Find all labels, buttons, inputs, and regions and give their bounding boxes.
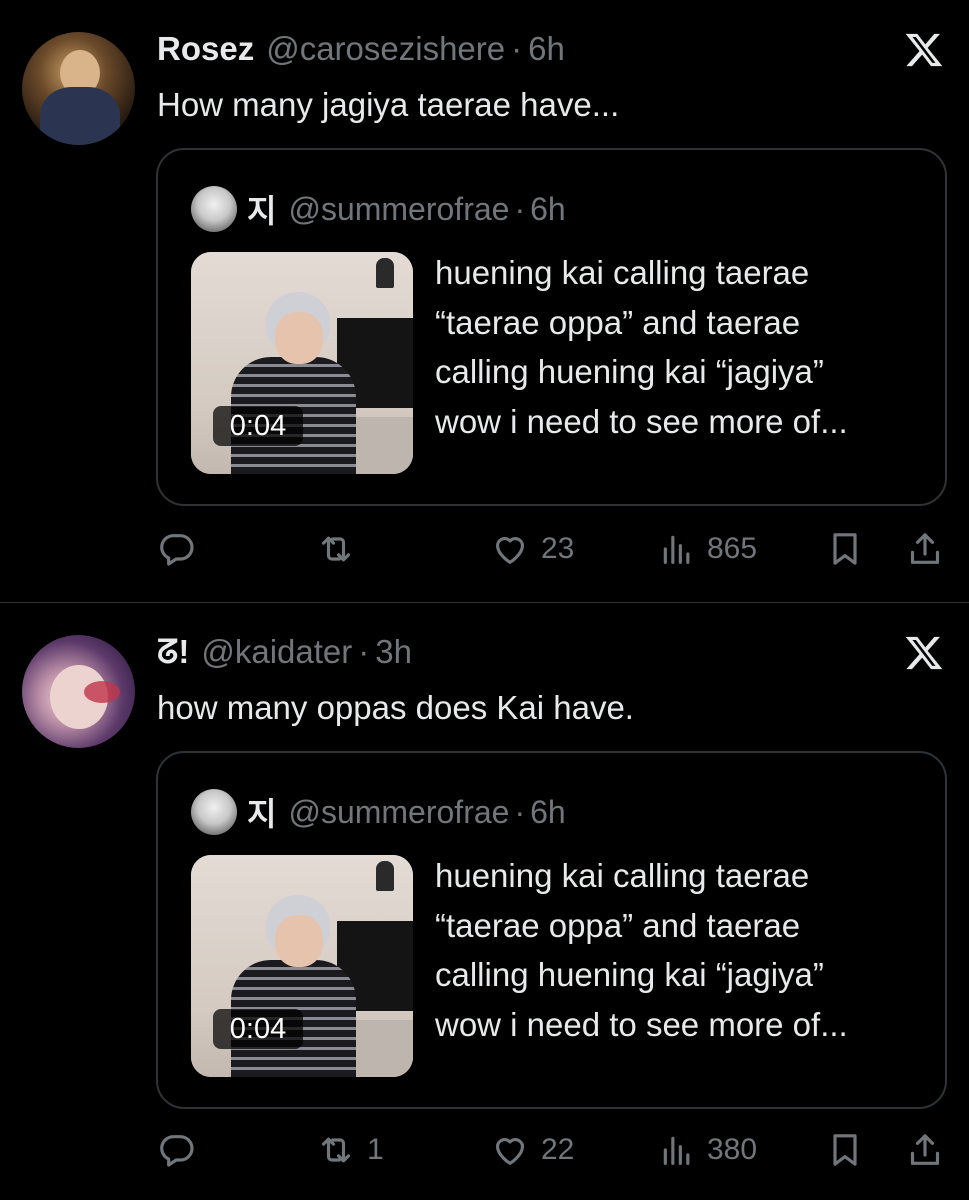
display-name[interactable]: Rosez bbox=[157, 30, 254, 68]
video-thumbnail[interactable]: 0:04 bbox=[191, 855, 413, 1077]
tweet-actions: 1 22 380 bbox=[157, 1128, 947, 1172]
quoted-username: @summerofrae bbox=[288, 190, 510, 227]
like-button[interactable]: 23 bbox=[489, 527, 574, 571]
reply-button[interactable] bbox=[157, 527, 197, 571]
bookmark-button[interactable] bbox=[825, 527, 865, 571]
quoted-tweet-header: 지 @summerofrae · 6h bbox=[191, 186, 566, 232]
quoted-tweet-text: huening kai calling taerae “taerae oppa”… bbox=[435, 851, 935, 1049]
timestamp[interactable]: 3h bbox=[375, 633, 412, 671]
separator: · bbox=[358, 633, 370, 670]
video-duration: 0:04 bbox=[213, 406, 303, 446]
retweet-button[interactable] bbox=[315, 527, 367, 571]
quoted-text-line: “taerae oppa” and taerae bbox=[435, 303, 801, 341]
quoted-display-name: 지 bbox=[247, 193, 277, 229]
video-thumbnail[interactable]: 0:04 bbox=[191, 252, 413, 474]
quoted-text-line: huening kai calling taerae bbox=[435, 857, 810, 894]
views-icon bbox=[663, 535, 690, 564]
like-count: 22 bbox=[541, 1133, 575, 1166]
x-logo-icon[interactable] bbox=[903, 633, 945, 673]
quoted-text-line: wow i need to see more of... bbox=[435, 402, 848, 440]
quoted-timestamp: 6h bbox=[530, 190, 566, 227]
reply-button[interactable] bbox=[157, 1128, 197, 1172]
quoted-text-line: calling huening kai “jagiya” bbox=[435, 353, 824, 390]
share-icon bbox=[910, 533, 940, 564]
quoted-username: @summerofrae bbox=[288, 793, 510, 830]
separator: · bbox=[511, 30, 523, 67]
tweet-actions: 23 865 bbox=[157, 527, 947, 571]
reply-icon bbox=[160, 1135, 194, 1167]
quoted-tweet[interactable]: 지 @summerofrae · 6h 0:04 huening kai cal… bbox=[156, 148, 947, 506]
quoted-avatar bbox=[191, 789, 237, 835]
quoted-text-line: huening kai calling taerae bbox=[435, 254, 810, 291]
x-logo-icon[interactable] bbox=[903, 30, 945, 70]
tweet-text: How many jagiya taerae have... bbox=[157, 86, 620, 123]
retweet-button[interactable]: 1 bbox=[315, 1128, 384, 1172]
retweet-icon bbox=[321, 1137, 351, 1163]
separator: · bbox=[514, 190, 526, 227]
quoted-tweet-text: huening kai calling taerae “taerae oppa”… bbox=[435, 248, 935, 446]
heart-icon bbox=[495, 1138, 525, 1165]
tweet[interactable]: Rosez @carosezishere · 6h How many jagiy… bbox=[0, 0, 969, 602]
share-icon bbox=[910, 1134, 940, 1165]
bookmark-icon bbox=[833, 1134, 857, 1166]
views-icon bbox=[663, 1136, 690, 1165]
quoted-tweet-header: 지 @summerofrae · 6h bbox=[191, 789, 566, 835]
timestamp[interactable]: 6h bbox=[528, 30, 565, 68]
separator: · bbox=[514, 793, 526, 830]
username[interactable]: @carosezishere bbox=[266, 30, 505, 68]
display-name[interactable]: ᘔ! bbox=[157, 633, 189, 672]
quoted-text-line: “taerae oppa” and taerae bbox=[435, 906, 801, 944]
avatar[interactable] bbox=[22, 32, 135, 145]
retweet-count: 1 bbox=[367, 1133, 384, 1166]
share-button[interactable] bbox=[905, 1128, 945, 1172]
quoted-text-line: calling huening kai “jagiya” bbox=[435, 956, 824, 993]
quoted-text-line: wow i need to see more of... bbox=[435, 1005, 848, 1043]
quoted-tweet[interactable]: 지 @summerofrae · 6h 0:04 huening kai cal… bbox=[156, 751, 947, 1109]
tweet-header: ᘔ! @kaidater · 3h bbox=[157, 633, 412, 677]
quoted-display-name: 지 bbox=[247, 796, 277, 832]
heart-icon bbox=[495, 537, 525, 564]
reply-icon bbox=[160, 534, 194, 566]
share-button[interactable] bbox=[905, 527, 945, 571]
quoted-timestamp: 6h bbox=[530, 793, 566, 830]
username[interactable]: @kaidater bbox=[201, 633, 352, 671]
bookmark-button[interactable] bbox=[825, 1128, 865, 1172]
view-count: 865 bbox=[707, 532, 758, 565]
retweet-icon bbox=[321, 536, 351, 562]
views-button[interactable]: 865 bbox=[657, 527, 757, 571]
view-count: 380 bbox=[707, 1133, 758, 1166]
like-count: 23 bbox=[541, 532, 575, 565]
views-button[interactable]: 380 bbox=[657, 1128, 757, 1172]
avatar[interactable] bbox=[22, 635, 135, 748]
tweet[interactable]: ᘔ! @kaidater · 3h how many oppas does Ka… bbox=[0, 603, 969, 1200]
like-button[interactable]: 22 bbox=[489, 1128, 574, 1172]
quoted-avatar bbox=[191, 186, 237, 232]
tweet-text: how many oppas does Kai have. bbox=[157, 689, 634, 726]
bookmark-icon bbox=[833, 533, 857, 565]
tweet-header: Rosez @carosezishere · 6h bbox=[157, 30, 565, 74]
video-duration: 0:04 bbox=[213, 1009, 303, 1049]
